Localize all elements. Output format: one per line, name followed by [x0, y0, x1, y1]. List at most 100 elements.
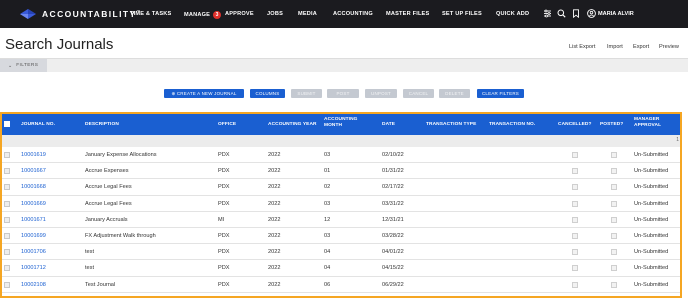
nav-item-quick-add[interactable]: QUICK ADD — [496, 11, 529, 17]
accounting-month-cell: 03 — [324, 200, 331, 207]
cancelled-checkbox — [572, 249, 578, 256]
description-cell: FX Adjustment Walk through — [85, 233, 156, 239]
column-header-manager-approval[interactable]: MANAGER APPROVAL — [634, 117, 678, 129]
journal-no-link[interactable]: 10002108 — [21, 282, 46, 288]
column-header-office[interactable]: OFFICE — [218, 122, 236, 128]
accounting-year-cell: 2022 — [268, 152, 281, 158]
columns-button[interactable]: COLUMNS — [250, 89, 285, 98]
table-header: JOURNAL NO. DESCRIPTION OFFICE ACCOUNTIN… — [2, 114, 680, 135]
list-export-link[interactable]: List Export — [569, 44, 595, 50]
accounting-month-cell: 01 — [324, 168, 331, 175]
top-nav-bar: ACCOUNTABILITY™ TIME & TASKS MANAGE 3 APP… — [0, 0, 688, 28]
brand-logo[interactable]: ACCOUNTABILITY™ — [18, 8, 141, 20]
nav-item-approve[interactable]: APPROVE — [225, 11, 254, 17]
description-cell: Test Journal — [85, 281, 116, 288]
table-row[interactable]: 10001671 January Accruals MI 2022 12 12/31/21… — [2, 212, 680, 228]
unpost-button[interactable]: UNPOST — [365, 89, 397, 98]
column-header-date[interactable]: DATE — [382, 122, 395, 128]
cancelled-checkbox — [572, 281, 578, 288]
row-select-checkbox[interactable] — [4, 152, 10, 158]
row-select-checkbox[interactable] — [4, 200, 10, 207]
row-select-checkbox[interactable] — [4, 168, 10, 175]
manager-approval-cell: Un-Submitted — [634, 233, 669, 239]
cancelled-checkbox — [572, 216, 578, 223]
table-row[interactable]: 10001667 Accrue Expenses PDX 2022 01 01/31/22… — [2, 163, 680, 180]
journal-no-link[interactable]: 10001669 — [21, 201, 46, 207]
user-circle-icon[interactable] — [587, 9, 596, 20]
journal-no-link[interactable]: 10001667 — [21, 168, 46, 174]
cancelled-checkbox — [572, 200, 578, 207]
import-link[interactable]: Import — [607, 44, 623, 50]
cancel-button[interactable]: CANCEL — [403, 89, 434, 98]
row-select-checkbox[interactable] — [4, 281, 10, 288]
date-cell: 03/28/22 — [382, 233, 404, 239]
journal-no-link[interactable]: 10001619 — [21, 152, 46, 158]
page-title: Search Journals — [5, 36, 114, 53]
accounting-month-cell: 12 — [324, 216, 331, 223]
filters-toggle[interactable]: ⌄ FILTERS — [0, 59, 47, 72]
column-header-journal-no[interactable]: JOURNAL NO. — [21, 122, 55, 128]
column-header-accounting-year[interactable]: ACCOUNTING YEAR — [268, 122, 317, 128]
table-row[interactable]: 10001699 FX Adjustment Walk through PDX 202… — [2, 228, 680, 245]
date-cell: 04/15/22 — [382, 265, 404, 272]
accounting-month-cell: 04 — [324, 265, 331, 272]
office-cell: PDX — [218, 281, 230, 288]
row-select-checkbox[interactable] — [4, 233, 10, 239]
clear-filters-button[interactable]: CLEAR FILTERS — [477, 89, 524, 98]
table-row[interactable]: 10001669 Accrue Legal Fees PDX 2022 03 03/31/… — [2, 195, 680, 212]
bookmark-icon[interactable] — [572, 9, 580, 20]
nav-item-master-files[interactable]: MASTER FILES — [386, 11, 429, 17]
nav-item-media[interactable]: MEDIA — [298, 11, 317, 17]
create-new-journal-button[interactable]: ⊕ CREATE A NEW JOURNAL — [164, 89, 244, 98]
accounting-year-cell: 2022 — [268, 265, 281, 272]
row-select-checkbox[interactable] — [4, 216, 10, 223]
office-cell: PDX — [218, 152, 230, 158]
accounting-year-cell: 2022 — [268, 216, 281, 223]
column-header-description[interactable]: DESCRIPTION — [85, 122, 119, 128]
journal-no-link[interactable]: 10001671 — [21, 217, 46, 223]
column-filter-row[interactable]: 1 — [2, 135, 680, 147]
date-cell: 01/31/22 — [382, 168, 404, 175]
column-header-transaction-type[interactable]: TRANSACTION TYPE — [426, 122, 476, 128]
journal-no-link[interactable]: 10001668 — [21, 184, 46, 190]
preview-link[interactable]: Preview — [659, 44, 679, 50]
post-button[interactable]: POST — [327, 89, 359, 98]
posted-checkbox — [611, 168, 617, 175]
posted-checkbox — [611, 200, 617, 207]
column-header-posted[interactable]: POSTED? — [600, 122, 623, 128]
brand-name: ACCOUNTABILITY™ — [42, 9, 141, 19]
search-icon[interactable] — [557, 9, 566, 20]
office-cell: PDX — [218, 200, 230, 207]
row-select-checkbox[interactable] — [4, 249, 10, 256]
user-name[interactable]: MARIA ALVIR — [598, 11, 634, 17]
table-row[interactable]: 10002108 Test Journal PDX 2022 06 06/29/22 Un-… — [2, 277, 680, 293]
column-header-transaction-no[interactable]: TRANSACTION NO. — [489, 122, 535, 128]
nav-item-manage[interactable]: MANAGE 3 — [184, 11, 222, 19]
accounting-month-cell: 03 — [324, 152, 331, 158]
nav-item-accounting[interactable]: ACCOUNTING — [333, 11, 373, 17]
nav-item-jobs[interactable]: JOBS — [267, 11, 283, 17]
journal-no-link[interactable]: 10001706 — [21, 249, 46, 255]
select-all-checkbox[interactable] — [4, 121, 10, 127]
posted-checkbox — [611, 152, 617, 158]
nav-item-time-tasks[interactable]: TIME & TASKS — [130, 11, 171, 17]
table-row[interactable]: 10001712 test PDX 2022 04 04/15/22 Un-Submitte… — [2, 260, 680, 277]
nav-item-set-up-files[interactable]: SET UP FILES — [442, 11, 482, 17]
table-row[interactable]: 10001619 January Expense Allocations PDX 20… — [2, 147, 680, 164]
journal-no-link[interactable]: 10001712 — [21, 265, 46, 271]
column-header-accounting-month[interactable]: ACCOUNTING MONTH — [324, 117, 364, 129]
journal-no-link[interactable]: 10001699 — [21, 233, 46, 239]
table-row[interactable]: 10001706 test PDX 2022 04 04/01/22 Un-Submitte… — [2, 244, 680, 261]
sliders-icon[interactable] — [543, 9, 552, 20]
date-cell: 12/31/21 — [382, 216, 404, 223]
office-cell: PDX — [218, 184, 230, 191]
delete-button[interactable]: DELETE — [439, 89, 470, 98]
row-select-checkbox[interactable] — [4, 184, 10, 191]
export-link[interactable]: Export — [633, 44, 649, 50]
submit-button[interactable]: SUBMIT — [291, 89, 322, 98]
column-header-cancelled[interactable]: CANCELLED? — [558, 122, 592, 128]
table-row[interactable]: 10001668 Accrue Legal Fees PDX 2022 02 02/17/… — [2, 179, 680, 196]
filters-label: FILTERS — [16, 63, 39, 68]
row-select-checkbox[interactable] — [4, 265, 10, 272]
date-cell: 06/29/22 — [382, 281, 404, 288]
